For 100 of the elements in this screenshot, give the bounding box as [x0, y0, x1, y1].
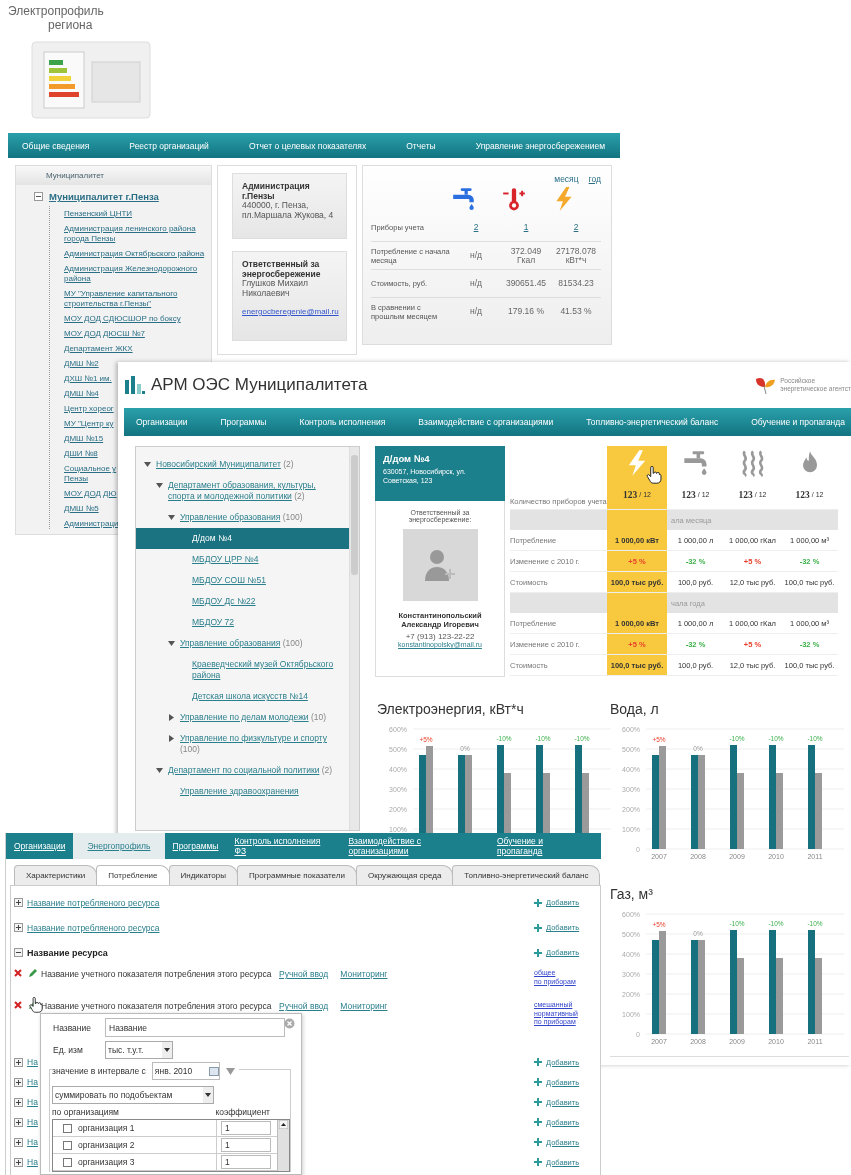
caret-down-icon[interactable]: [168, 640, 175, 647]
manual-input-link[interactable]: Ручной ввод: [279, 1001, 329, 1011]
meter-count-link[interactable]: 2: [573, 223, 579, 232]
scrollbar[interactable]: [277, 1120, 289, 1171]
resource-link[interactable]: На: [27, 1137, 38, 1147]
nav-item[interactable]: Энергопрофиль: [73, 833, 165, 859]
tree-item[interactable]: МОУ ДОД ДЮ: [64, 489, 117, 499]
tree-item[interactable]: МБДОУ Дс №22: [192, 596, 256, 607]
nav-item[interactable]: Обучение и пропаганда: [751, 417, 845, 427]
resource-link[interactable]: На: [27, 1097, 38, 1107]
expand-box-icon[interactable]: [14, 1057, 23, 1067]
nav-item[interactable]: Организации: [6, 833, 74, 859]
resource-link[interactable]: Название потребляеного ресурса: [27, 897, 160, 908]
monitoring-link[interactable]: Мониторинг: [340, 1001, 388, 1011]
manual-input-link[interactable]: Ручной ввод: [279, 969, 329, 979]
expand-box-icon[interactable]: [14, 1097, 23, 1107]
nav-item[interactable]: Топливно-энергетический баланс: [586, 417, 719, 427]
tree-item[interactable]: Управление здравоохранения: [180, 786, 299, 797]
expand-box-icon[interactable]: [14, 1077, 23, 1087]
tree-item[interactable]: ДМШ №15: [64, 434, 104, 444]
collapse-box-icon[interactable]: [14, 948, 23, 957]
delete-icon[interactable]: [14, 1001, 22, 1009]
tree-item[interactable]: МУ "Центр ку: [64, 419, 114, 429]
resource-link[interactable]: На: [27, 1057, 38, 1067]
tree-item[interactable]: МУ "Управление капитального строительства г.Пензы": [64, 289, 212, 309]
nav-item[interactable]: Взаимодействие с организациями: [418, 417, 554, 427]
scrollbar[interactable]: [349, 447, 359, 830]
nav-item[interactable]: Программы: [220, 417, 267, 427]
period-link[interactable]: год: [588, 174, 601, 184]
tab[interactable]: Программные показатели: [237, 865, 357, 885]
tree-item[interactable]: МОУ ДОД ДЮСШ №7: [64, 329, 145, 339]
email-link[interactable]: energocberegenie@mail.ru: [242, 307, 339, 317]
tree-item[interactable]: ДШИ №8: [64, 449, 98, 459]
tree-item[interactable]: МБДОУ ЦРР №4: [192, 554, 259, 565]
caret-down-icon[interactable]: [156, 482, 163, 489]
tab[interactable]: Окружающая среда: [355, 865, 454, 885]
tree-item[interactable]: Пензенский ЦНТИ: [64, 209, 133, 219]
tree-item[interactable]: Администрация Железнодорожного района: [64, 264, 212, 284]
nav-item[interactable]: Программы: [164, 833, 227, 859]
resource-link[interactable]: Название потребляеного ресурса: [27, 922, 160, 933]
tree-item[interactable]: Новосибирский Муниципалитет (2): [156, 459, 294, 470]
tree-item[interactable]: МБДОУ 72: [192, 617, 235, 628]
tree-item[interactable]: Администрация Октябрьского района: [64, 249, 205, 259]
resource-link[interactable]: На: [27, 1077, 38, 1087]
tree-item[interactable]: Департамент по социальной политики (2): [168, 765, 333, 776]
checkbox[interactable]: [63, 1157, 72, 1167]
period-link[interactable]: месяц: [554, 174, 579, 184]
tree-item[interactable]: Управление по делам молодежи (10): [180, 712, 327, 723]
name-field[interactable]: Название: [105, 1018, 285, 1037]
tree-item[interactable]: Центр хореог: [64, 404, 114, 414]
pencil-icon[interactable]: [28, 969, 37, 978]
monitoring-link[interactable]: Мониторинг: [340, 969, 388, 979]
coefficient-field[interactable]: 1: [221, 1138, 271, 1152]
expand-box-icon[interactable]: [14, 923, 23, 932]
tree-item[interactable]: Управление образования (100): [180, 638, 303, 649]
nav-item[interactable]: Контроль исполнения ФЗ: [226, 833, 341, 859]
tree-item[interactable]: МОУ ДОД СДЮСШОР по боксу: [64, 314, 181, 324]
scroll-up-icon[interactable]: [279, 1120, 288, 1129]
date-field[interactable]: янв. 2010: [151, 1062, 220, 1080]
tree-item[interactable]: ДМШ №5: [64, 504, 99, 514]
tab[interactable]: Характеристики: [14, 865, 98, 885]
nav-item[interactable]: Обучение и пропаганда: [488, 833, 597, 859]
expand-box-icon[interactable]: [14, 1137, 23, 1147]
coefficient-field[interactable]: 1: [221, 1121, 271, 1135]
tree-item[interactable]: МБДОУ СОШ №51: [192, 575, 266, 586]
caret-right-icon[interactable]: [168, 735, 175, 742]
tree-item[interactable]: ДМШ №2: [64, 359, 99, 369]
tab[interactable]: Топливно-энергетический баланс: [452, 865, 601, 885]
tab[interactable]: Индикаторы: [168, 865, 238, 885]
unit-select[interactable]: тыс. т.у.т.: [105, 1041, 173, 1059]
dropdown-triangle-icon[interactable]: [225, 1067, 235, 1075]
meter-count-link[interactable]: 1: [523, 223, 529, 232]
expand-box-icon[interactable]: [14, 1157, 23, 1167]
checkbox[interactable]: [63, 1140, 72, 1150]
caret-down-icon[interactable]: [156, 767, 163, 774]
tree-item[interactable]: Краеведческий музей Октябрьского района: [192, 659, 343, 681]
nav-item[interactable]: Отчеты: [406, 140, 436, 151]
tree-item[interactable]: Муниципалитет г.Пенза: [49, 191, 159, 202]
caret-down-icon[interactable]: [144, 461, 151, 468]
resource-link[interactable]: На: [27, 1157, 38, 1167]
aggregation-select[interactable]: суммировать по подобъектам: [52, 1086, 214, 1104]
expand-box-icon[interactable]: [14, 898, 23, 907]
caret-down-icon[interactable]: [168, 514, 175, 521]
tree-item[interactable]: Социальное у Пензы: [64, 464, 117, 484]
nav-item[interactable]: Отчет о целевых показателях: [248, 140, 367, 151]
expand-box-icon[interactable]: [14, 1117, 23, 1127]
nav-item[interactable]: Общие сведения: [22, 140, 90, 151]
nav-item[interactable]: Организации: [136, 417, 188, 427]
nav-item[interactable]: Контроль исполнения: [299, 417, 386, 427]
tree-item[interactable]: Департамент ЖКХ: [64, 344, 133, 354]
tree-item[interactable]: Департамент образования, культуры, спорта и молодежной политики (2): [168, 480, 343, 502]
collapse-box-icon[interactable]: [34, 192, 43, 201]
caret-right-icon[interactable]: [168, 714, 175, 721]
tree-item[interactable]: Администрация ленинского района города Пензы: [64, 224, 212, 244]
tree-item[interactable]: ДМШ №4: [64, 389, 99, 399]
checkbox[interactable]: [63, 1123, 72, 1133]
delete-icon[interactable]: [14, 969, 22, 977]
coefficient-field[interactable]: 1: [221, 1155, 271, 1169]
tree-item[interactable]: Администраци: [64, 519, 119, 529]
tree-item[interactable]: Управление по физкультуре и спорту (100): [180, 733, 343, 755]
